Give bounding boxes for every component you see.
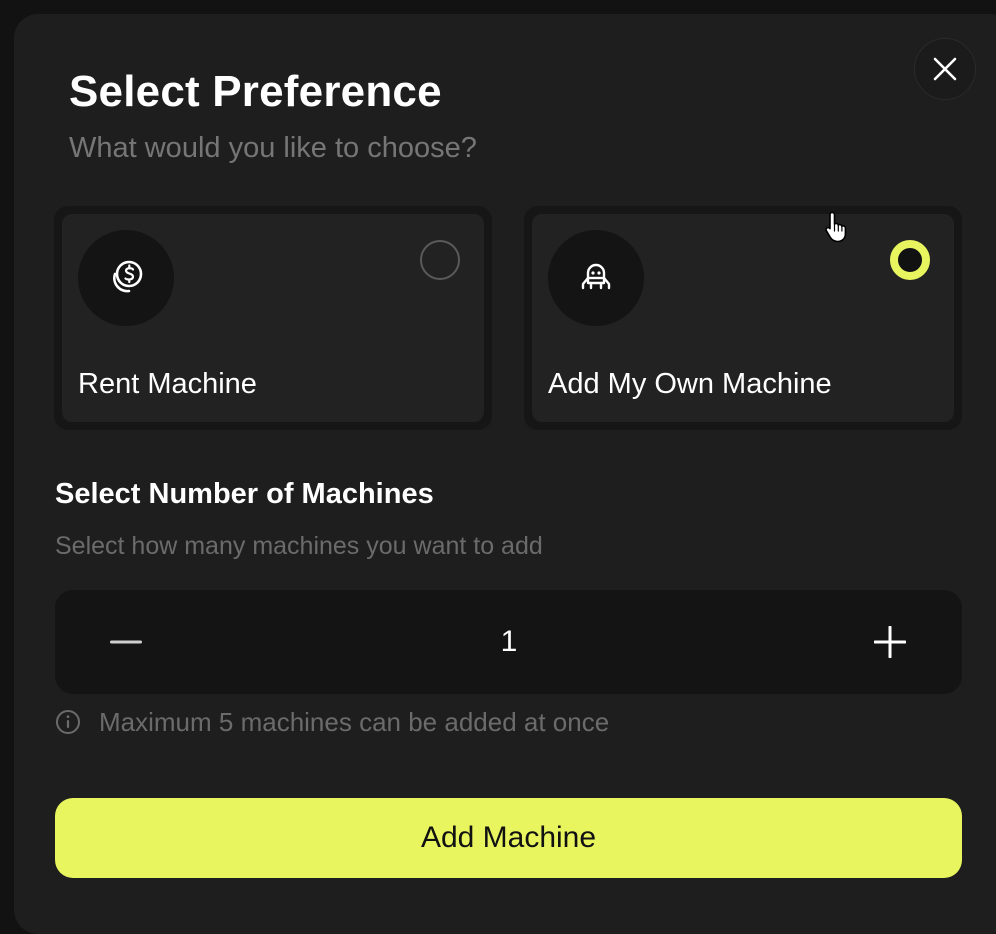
info-icon xyxy=(55,709,81,735)
option-rent-machine[interactable]: Rent Machine xyxy=(54,206,492,430)
option-card-body: Add My Own Machine xyxy=(532,214,954,422)
add-machine-button[interactable]: Add Machine xyxy=(55,798,962,878)
limit-note-text: Maximum 5 machines can be added at once xyxy=(99,707,610,737)
radio-unselected[interactable] xyxy=(420,240,460,280)
option-card-body: Rent Machine xyxy=(62,214,484,422)
limit-note: Maximum 5 machines can be added at once xyxy=(55,704,609,740)
plus-icon xyxy=(874,626,906,658)
option-label: Add My Own Machine xyxy=(548,368,832,400)
robot-icon xyxy=(548,230,644,326)
radio-selected[interactable] xyxy=(890,240,930,280)
quantity-stepper: 1 xyxy=(55,590,962,694)
pointer-cursor-icon xyxy=(824,210,854,249)
option-label: Rent Machine xyxy=(78,368,257,400)
increment-button[interactable] xyxy=(860,612,920,672)
minus-icon xyxy=(110,640,142,644)
dollar-coins-icon xyxy=(78,230,174,326)
close-button[interactable] xyxy=(914,38,976,100)
section-title: Select Number of Machines xyxy=(55,478,434,510)
option-add-own-machine[interactable]: Add My Own Machine xyxy=(524,206,962,430)
decrement-button[interactable] xyxy=(96,612,156,672)
preference-dialog: Select Preference What would you like to… xyxy=(14,14,996,934)
close-icon xyxy=(932,56,958,82)
dialog-title: Select Preference xyxy=(69,67,442,116)
quantity-value: 1 xyxy=(500,625,518,658)
section-subtitle: Select how many machines you want to add xyxy=(55,532,543,560)
dialog-subtitle: What would you like to choose? xyxy=(69,132,477,164)
